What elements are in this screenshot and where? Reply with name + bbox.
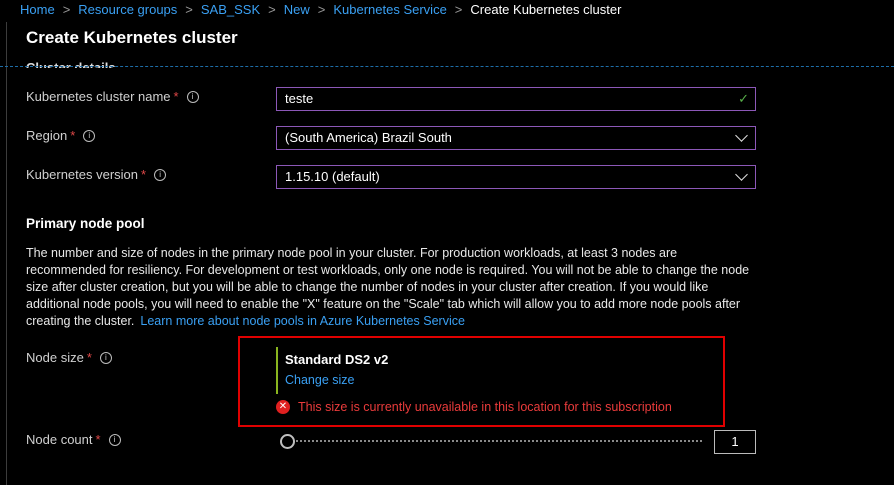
version-label: Kubernetes version * i — [26, 167, 167, 182]
scroll-divider — [0, 66, 894, 67]
chevron-right-icon: > — [454, 2, 463, 17]
node-size-label-text: Node size — [26, 350, 84, 365]
breadcrumb-current: Create Kubernetes cluster — [470, 2, 622, 17]
region-label-text: Region — [26, 128, 68, 143]
region-select[interactable]: (South America) Brazil South — [276, 126, 756, 150]
region-label: Region * i — [26, 128, 96, 143]
info-icon[interactable]: i — [108, 433, 121, 446]
node-count-slider-thumb[interactable] — [280, 434, 295, 449]
selected-size-bar — [276, 347, 278, 394]
chevron-right-icon: > — [268, 2, 276, 17]
breadcrumb-resource-groups[interactable]: Resource groups — [78, 2, 177, 17]
checkmark-icon: ✓ — [738, 91, 749, 106]
chevron-down-icon — [735, 129, 748, 142]
required-marker: * — [141, 167, 147, 182]
learn-more-link[interactable]: Learn more about node pools in Azure Kub… — [140, 314, 465, 328]
node-size-error: This size is currently unavailable in th… — [298, 400, 672, 414]
change-size-link[interactable]: Change size — [285, 373, 355, 387]
chevron-right-icon: > — [317, 2, 326, 17]
node-count-input[interactable]: 1 — [714, 430, 756, 454]
error-icon: ✕ — [276, 400, 290, 414]
required-marker: * — [70, 128, 76, 143]
breadcrumb: Home > Resource groups > SAB_SSK > New > Kuberne… — [0, 0, 894, 20]
version-value: 1.15.10 (default) — [285, 169, 380, 184]
required-marker: * — [95, 432, 101, 447]
cluster-name-label-text: Kubernetes cluster name — [26, 89, 171, 104]
version-label-text: Kubernetes version — [26, 167, 139, 182]
node-count-slider-track[interactable] — [292, 440, 702, 444]
chevron-right-icon: > — [185, 2, 193, 17]
info-icon[interactable]: i — [154, 168, 167, 181]
chevron-right-icon: > — [62, 2, 71, 17]
chevron-down-icon — [735, 168, 748, 181]
breadcrumb-home[interactable]: Home — [20, 2, 55, 17]
required-marker: * — [173, 89, 179, 104]
cluster-name-label: Kubernetes cluster name * i — [26, 89, 199, 104]
section-heading-primary-node-pool: Primary node pool — [26, 216, 145, 231]
info-icon[interactable]: i — [186, 90, 199, 103]
node-count-label-text: Node count — [26, 432, 93, 447]
node-count-label: Node count * i — [26, 432, 121, 447]
breadcrumb-kubernetes-service[interactable]: Kubernetes Service — [333, 2, 446, 17]
required-marker: * — [86, 350, 92, 365]
version-select[interactable]: 1.15.10 (default) — [276, 165, 756, 189]
info-icon[interactable]: i — [99, 351, 112, 364]
panel-border — [6, 22, 7, 485]
node-size-label: Node size * i — [26, 350, 112, 365]
cluster-name-input[interactable]: teste ✓ — [276, 87, 756, 111]
node-pool-description: The number and size of nodes in the prim… — [26, 245, 756, 330]
node-size-value: Standard DS2 v2 — [285, 352, 389, 367]
info-icon[interactable]: i — [83, 129, 96, 142]
cluster-name-value: teste — [285, 91, 314, 106]
breadcrumb-new[interactable]: New — [284, 2, 310, 17]
breadcrumb-resource-group[interactable]: SAB_SSK — [201, 2, 260, 17]
page-title: Create Kubernetes cluster — [26, 28, 238, 47]
region-value: (South America) Brazil South — [285, 130, 452, 145]
